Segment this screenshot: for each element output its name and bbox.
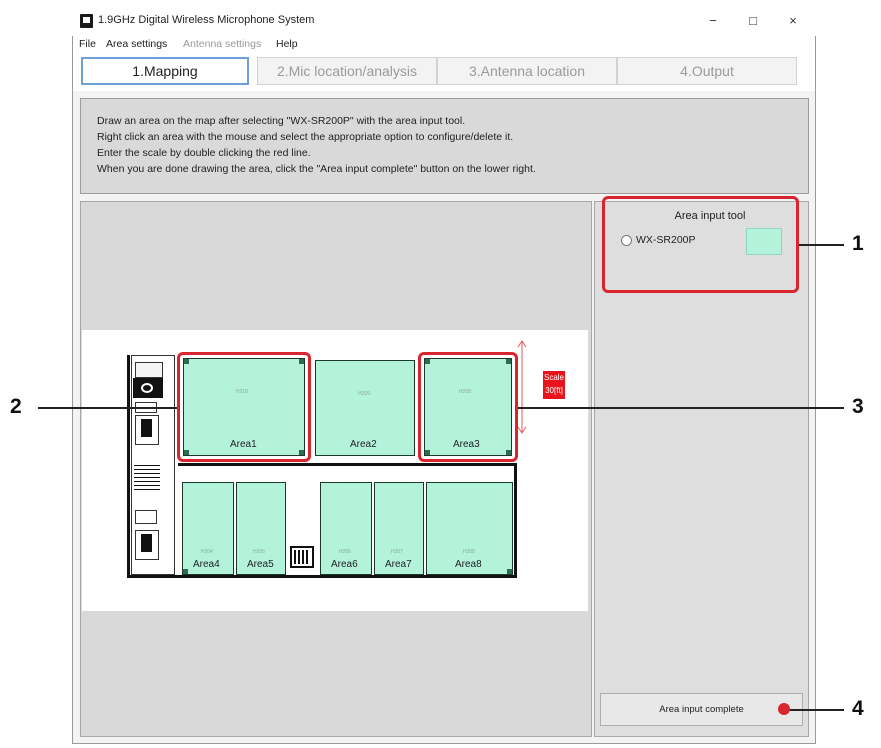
tab-antenna-location[interactable]: 3.Antenna location bbox=[437, 57, 617, 85]
room-code: H204 bbox=[201, 549, 213, 555]
stairs-symbol bbox=[141, 383, 153, 393]
area-handle[interactable] bbox=[183, 569, 188, 574]
floor-plan-wall bbox=[514, 463, 517, 577]
area-5[interactable]: H205 Area5 bbox=[236, 482, 286, 575]
callout-number-3: 3 bbox=[852, 395, 864, 418]
floor-plan-wall bbox=[178, 463, 516, 466]
callout-line-2 bbox=[38, 407, 177, 409]
area-2[interactable]: H209 Area2 bbox=[315, 360, 415, 456]
area-label: Area7 bbox=[385, 559, 412, 570]
callout-number-1: 1 bbox=[852, 232, 864, 255]
menu-help[interactable]: Help bbox=[276, 38, 298, 50]
instruction-line: Enter the scale by double clicking the r… bbox=[97, 147, 311, 159]
room-code: H207 bbox=[391, 549, 403, 555]
callout-dot-4 bbox=[778, 703, 790, 715]
tab-mapping[interactable]: 1.Mapping bbox=[81, 57, 249, 85]
callout-box-3 bbox=[418, 352, 518, 462]
room-code: H208 bbox=[463, 549, 475, 555]
callout-number-4: 4 bbox=[852, 697, 864, 720]
menu-file[interactable]: File bbox=[79, 38, 96, 50]
instruction-line: Right click an area with the mouse and s… bbox=[97, 131, 514, 143]
instructions-panel: Draw an area on the map after selecting … bbox=[80, 98, 809, 194]
area-label: Area6 bbox=[331, 559, 358, 570]
callout-box-2 bbox=[177, 352, 311, 462]
scale-value: 30[ft] bbox=[545, 386, 563, 395]
restroom-icon bbox=[141, 534, 152, 552]
room-code: H206 bbox=[339, 549, 351, 555]
callout-line-1 bbox=[799, 244, 844, 246]
minimize-button[interactable]: − bbox=[693, 10, 733, 32]
area-7[interactable]: H207 Area7 bbox=[374, 482, 424, 575]
app-icon bbox=[80, 14, 93, 28]
instruction-line: Draw an area on the map after selecting … bbox=[97, 115, 466, 127]
close-button[interactable]: × bbox=[773, 10, 813, 32]
scale-title: Scale bbox=[543, 373, 564, 382]
area-8[interactable]: H208 Area8 bbox=[426, 482, 513, 575]
floor-plan-wall bbox=[127, 355, 130, 577]
area-label: Area4 bbox=[193, 559, 220, 570]
area-label: Area8 bbox=[455, 559, 482, 570]
menu-bar: File Area settings Antenna settings Help bbox=[73, 36, 815, 54]
callout-box-1 bbox=[602, 196, 799, 293]
area-handle[interactable] bbox=[507, 569, 512, 574]
callout-line-4 bbox=[785, 709, 844, 711]
area-label: Area2 bbox=[350, 439, 377, 450]
room-code: H209 bbox=[358, 391, 370, 397]
area-label: Area5 bbox=[247, 559, 274, 570]
maximize-button[interactable]: □ bbox=[733, 10, 773, 32]
window-title: 1.9GHz Digital Wireless Microphone Syste… bbox=[98, 14, 315, 26]
restroom-icon bbox=[141, 419, 152, 437]
menu-antenna-settings[interactable]: Antenna settings bbox=[183, 38, 261, 50]
menu-area-settings[interactable]: Area settings bbox=[106, 38, 167, 50]
tab-output[interactable]: 4.Output bbox=[617, 57, 797, 85]
area-4[interactable]: H204 Area4 bbox=[182, 482, 234, 575]
tab-mic-location[interactable]: 2.Mic location/analysis bbox=[257, 57, 437, 85]
instruction-line: When you are done drawing the area, clic… bbox=[97, 163, 536, 175]
tab-bar: 1.Mapping 2.Mic location/analysis 3.Ante… bbox=[73, 54, 815, 91]
floor-plan-wall bbox=[127, 575, 517, 578]
stairs-icon bbox=[134, 462, 160, 490]
room-code: H205 bbox=[253, 549, 265, 555]
callout-number-2: 2 bbox=[10, 395, 22, 418]
callout-line-3 bbox=[518, 407, 844, 409]
elevator-icon bbox=[294, 550, 310, 564]
utility-room bbox=[135, 510, 157, 524]
area-input-complete-button[interactable]: Area input complete bbox=[600, 693, 803, 726]
scale-label[interactable]: Scale 30[ft] bbox=[543, 371, 565, 399]
area-6[interactable]: H206 Area6 bbox=[320, 482, 372, 575]
utility-room bbox=[135, 362, 163, 378]
